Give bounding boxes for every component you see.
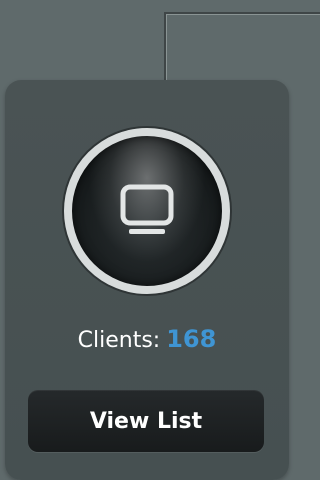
clients-label: Clients: (77, 328, 161, 353)
clients-device-button[interactable] (64, 128, 230, 294)
view-list-button[interactable]: View List (28, 390, 264, 452)
view-list-label: View List (89, 408, 203, 434)
monitor-icon (120, 184, 174, 234)
clients-count: 168 (166, 325, 217, 353)
clients-summary: Clients: 168 (0, 325, 294, 353)
